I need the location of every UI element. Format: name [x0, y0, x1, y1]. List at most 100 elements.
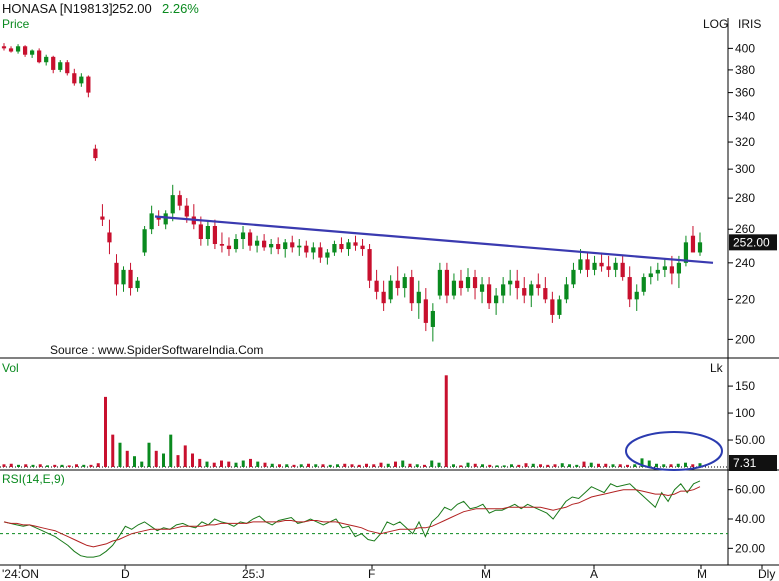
candle-body: [543, 288, 548, 300]
volume-bar: [401, 460, 405, 467]
candle-body: [339, 244, 344, 250]
volume-bar: [60, 464, 64, 467]
volume-bar: [314, 464, 318, 467]
volume-bar: [430, 460, 434, 467]
volume-bar: [285, 464, 289, 467]
volume-bar: [234, 462, 238, 467]
candle-body: [669, 266, 674, 274]
candle-body: [402, 277, 407, 289]
volume-bar: [691, 464, 695, 467]
volume-bar: [111, 434, 115, 467]
candle-body: [571, 269, 576, 285]
candle-body: [676, 262, 682, 274]
price-tick-label: 220: [735, 292, 755, 306]
volume-bar: [473, 463, 477, 467]
volume-bar: [2, 464, 6, 467]
log-scale-label: LOG: [703, 17, 728, 31]
volume-bar: [633, 464, 637, 467]
volume-bar: [321, 464, 325, 467]
candle-body: [100, 216, 105, 220]
volume-bar: [481, 464, 484, 467]
volume-bar: [154, 450, 158, 467]
volume-bar: [125, 450, 129, 467]
volume-bar: [488, 464, 492, 467]
volume-bar: [379, 462, 383, 467]
candle-body: [44, 56, 49, 63]
volume-bar: [118, 442, 122, 467]
candle-body: [304, 245, 309, 253]
candle-body: [423, 299, 428, 323]
candle-body: [655, 269, 660, 274]
x-tick-label: M: [697, 567, 707, 581]
candle-body: [515, 280, 520, 289]
candle-body: [437, 269, 442, 296]
candle-body: [662, 266, 667, 270]
volume-bar: [328, 464, 332, 467]
candle-body: [262, 240, 267, 248]
volume-bar: [466, 462, 470, 467]
chart-canvas: HONASA [N19813] 252.00 2.26% Price LOG I…: [0, 0, 779, 581]
volume-bar: [604, 463, 608, 467]
price-tick-label: 260: [735, 222, 755, 236]
volume-tick-label: 50.00: [735, 433, 765, 447]
candle-body: [620, 262, 625, 278]
volume-bar: [183, 445, 187, 467]
candle-body: [318, 247, 323, 258]
candle-body: [409, 277, 414, 304]
candle-body: [578, 259, 583, 270]
price-panel-title: Price: [2, 17, 30, 31]
iris-label: IRIS: [738, 17, 761, 31]
volume-bar: [618, 464, 622, 467]
volume-bar: [510, 464, 513, 467]
candle-body: [634, 291, 639, 300]
candle-body: [219, 244, 225, 246]
candle-body: [599, 262, 604, 267]
volume-bar: [611, 464, 615, 467]
candle-body: [198, 224, 203, 240]
price-tick-label: 280: [735, 191, 755, 205]
price-tick-label: 340: [735, 110, 755, 124]
price-tick-label: 320: [735, 135, 755, 149]
rsi-tick-label: 20.00: [735, 541, 765, 555]
last-volume-tag-label: 7.31: [733, 456, 757, 470]
volume-bar: [365, 463, 368, 467]
candle-body: [86, 76, 91, 93]
candle-body: [690, 235, 696, 253]
volume-bar: [444, 375, 448, 467]
candle-body: [128, 269, 133, 289]
candle-body: [205, 226, 210, 240]
volume-bar: [669, 464, 673, 467]
volume-tick-label: 100: [735, 406, 755, 420]
candle-body: [325, 252, 330, 258]
volume-bar: [452, 464, 455, 467]
candle-body: [121, 269, 126, 285]
price-tick-label: 200: [735, 332, 755, 346]
candle-body: [697, 242, 703, 253]
volume-bar: [676, 463, 680, 467]
volume-bar: [162, 453, 165, 467]
volume-unit-label: Lk: [710, 361, 724, 375]
candle-body: [149, 213, 154, 230]
volume-bar: [270, 463, 274, 467]
volume-bar: [386, 463, 390, 467]
candle-body: [114, 262, 119, 285]
volume-bar: [96, 463, 100, 467]
candle-body: [627, 277, 632, 300]
volume-bar: [220, 460, 223, 467]
candle-body: [177, 195, 182, 206]
volume-bar: [408, 463, 412, 467]
candle-body: [613, 262, 618, 270]
volume-bar: [46, 465, 49, 467]
rsi-panel-title: RSI(14,E,9): [2, 472, 65, 486]
x-tick-label: '24:ON: [2, 567, 39, 581]
volume-bar: [256, 461, 260, 467]
candle-body: [51, 56, 56, 70]
volume-tick-label: 150: [735, 379, 755, 393]
candle-body: [107, 232, 112, 243]
candle-body: [346, 242, 351, 250]
price-tick-label: 400: [735, 41, 755, 55]
last-price-label: 252.00: [112, 1, 152, 16]
x-tick-label: Dly: [758, 567, 775, 581]
volume-bar: [343, 463, 347, 467]
volume-bar: [495, 465, 499, 467]
